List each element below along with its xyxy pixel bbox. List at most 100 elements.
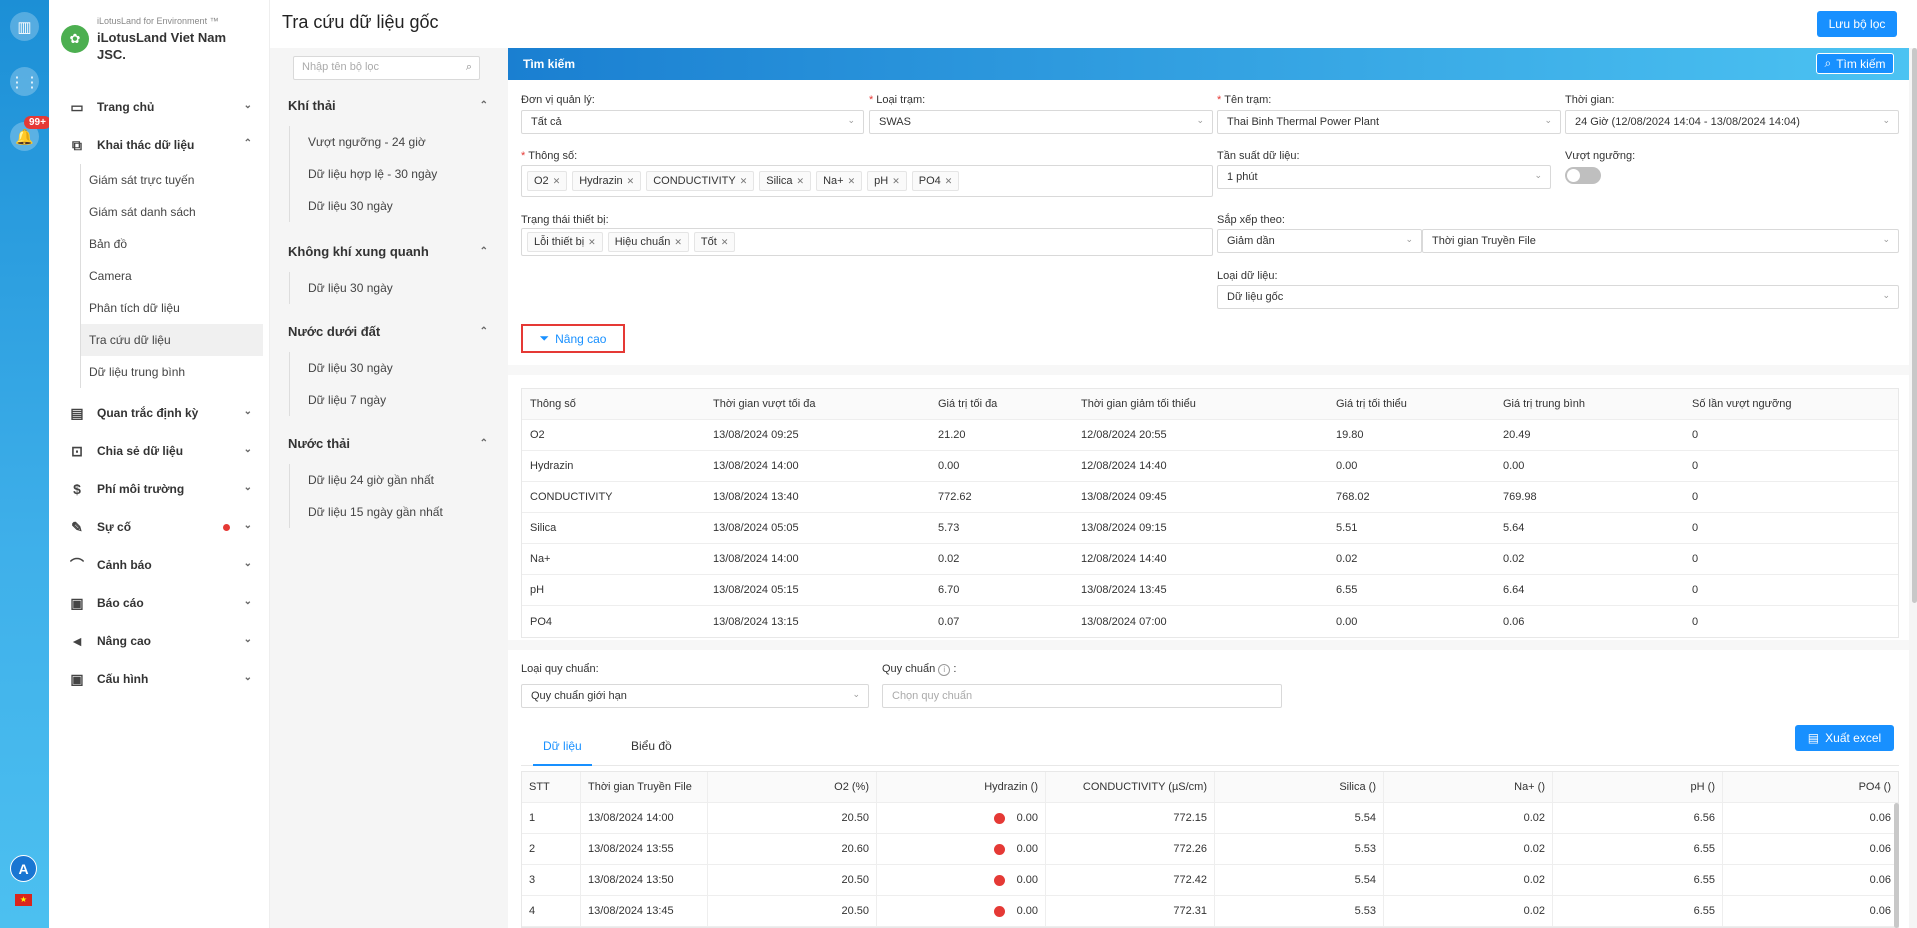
chevron-down-icon: ⌄ (1534, 170, 1542, 180)
close-icon[interactable]: ✕ (797, 176, 805, 187)
submenu-du-lieu-trung-binh[interactable]: Dữ liệu trung bình (81, 356, 270, 388)
filter-group-nuoc-thai: Nước thải ⌃ Dữ liệu 24 giờ gần nhất Dữ li… (288, 436, 488, 528)
standard-type-select[interactable]: Quy chuẩn giới hạn ⌄ (521, 684, 869, 708)
home-icon: ▭ (70, 99, 84, 115)
search-button[interactable]: ⌕ Tìm kiếm (1816, 53, 1894, 74)
page-scrollbar[interactable] (1912, 48, 1917, 603)
station-name-label: * Tên trạm: (1217, 94, 1272, 106)
close-icon[interactable]: ✕ (588, 237, 596, 248)
exceed-label: Vượt ngưỡng: (1565, 150, 1636, 162)
station-type-select[interactable]: SWAS ⌄ (869, 110, 1213, 134)
app-rail: ▥ ⋮⋮ 🔔 99+ A ★ (0, 0, 51, 928)
config-icon: ▣ (70, 671, 84, 687)
app-logo-icon[interactable]: ▥ (10, 12, 39, 41)
chevron-up-icon: ⌃ (243, 138, 252, 149)
search-header: Tìm kiếm ⌕ Tìm kiếm (508, 48, 1909, 80)
standard-select[interactable]: Chọn quy chuẩn (882, 684, 1282, 708)
filter-item[interactable]: Dữ liệu 30 ngày (290, 190, 488, 222)
vietnam-flag-icon[interactable]: ★ (15, 894, 32, 906)
table-row: O2 13/08/2024 09:25 21.20 12/08/2024 20:55 1… (522, 420, 1898, 451)
menu-chia-se-du-lieu[interactable]: ⊡ Chia sẻ dữ liệu ⌄ (49, 432, 270, 470)
param-multiselect[interactable]: O2 ✕ Hydrazin ✕ CONDUCTIVITY ✕ Silica ✕ Na+ ✕… (521, 165, 1213, 197)
table-row: 2 13/08/2024 13:55 20.60 0.00 772.26 5.53 0.… (522, 834, 1898, 865)
unit-label: Đơn vị quản lý: (521, 94, 595, 106)
summary-header-row: Thông số Thời gian vượt tối đa Giá trị t… (522, 389, 1898, 420)
brand-subtitle: iLotusLand for Environment ™ (97, 16, 219, 26)
filter-item[interactable]: Dữ liệu hợp lệ - 30 ngày (290, 158, 488, 190)
file-icon: ▤ (1807, 731, 1820, 745)
status-dot (993, 843, 1005, 855)
table-row: PO4 13/08/2024 13:15 0.07 13/08/2024 07:00 0… (530, 615, 1699, 628)
filter-search-input[interactable]: Nhập tên bộ lọc ⌕ (293, 56, 480, 80)
filter-item[interactable]: Dữ liệu 15 ngày gần nhất (290, 496, 488, 528)
submenu-camera[interactable]: Camera (81, 260, 270, 292)
avatar[interactable]: A (10, 855, 37, 882)
submenu-tra-cuu-du-lieu[interactable]: Tra cứu dữ liệu (81, 324, 263, 356)
report-icon: ▣ (70, 595, 84, 611)
search-icon: ⌕ (1824, 56, 1832, 70)
close-icon[interactable]: ✕ (892, 176, 900, 187)
menu-khai-thac-du-lieu[interactable]: ⧉ Khai thác dữ liệu ⌃ (49, 126, 270, 164)
unit-select[interactable]: Tất cả ⌄ (521, 110, 864, 134)
time-select[interactable]: 24 Giờ (12/08/2024 14:04 - 13/08/2024 14… (1565, 110, 1899, 134)
chevron-down-icon: ⌄ (847, 115, 855, 125)
filter-item[interactable]: Dữ liệu 30 ngày (290, 272, 488, 304)
close-icon[interactable]: ✕ (674, 237, 682, 248)
datatype-label: Loại dữ liệu: (1217, 270, 1278, 282)
sidebar: ✿ iLotusLand for Environment ™ iLotusLan… (49, 0, 270, 928)
submenu-giam-sat-truc-tuyen[interactable]: Giám sát trực tuyến (81, 164, 270, 196)
exceed-toggle[interactable] (1565, 167, 1601, 184)
chevron-down-icon: ⌄ (243, 482, 252, 493)
menu-nang-cao[interactable]: ◄ Nâng cao ⌄ (49, 622, 270, 660)
save-filter-button[interactable]: Lưu bộ lọc (1817, 11, 1897, 37)
menu-bao-cao[interactable]: ▣ Báo cáo ⌄ (49, 584, 270, 622)
menu-phi-moi-truong[interactable]: $ Phí môi trường ⌄ (49, 470, 270, 508)
station-name-select[interactable]: Thai Binh Thermal Power Plant ⌄ (1217, 110, 1561, 134)
tab-chart[interactable]: Biểu đồ (631, 739, 672, 753)
filter-item[interactable]: Dữ liệu 30 ngày (290, 352, 488, 384)
filter-item[interactable]: Dữ liệu 24 giờ gần nhất (290, 464, 488, 496)
chevron-down-icon: ⌄ (243, 558, 252, 569)
close-icon[interactable]: ✕ (627, 176, 635, 187)
apps-grid-icon[interactable]: ⋮⋮ (10, 67, 40, 96)
device-status-multiselect[interactable]: Lỗi thiết bị ✕ Hiệu chuẩn ✕ Tốt ✕ (521, 228, 1213, 256)
close-icon[interactable]: ✕ (553, 176, 561, 187)
freq-select[interactable]: 1 phút ⌄ (1217, 165, 1551, 189)
datatype-select[interactable]: Dữ liệu gốc ⌄ (1217, 285, 1899, 309)
chevron-down-icon: ⌄ (243, 444, 252, 455)
chevron-up-icon: ⌃ (479, 246, 488, 257)
submenu-phan-tich-du-lieu[interactable]: Phân tích dữ liệu (81, 292, 270, 324)
param-tag: CONDUCTIVITY ✕ (646, 171, 755, 191)
table-scrollbar[interactable] (1894, 803, 1899, 928)
menu-su-co[interactable]: ✎ Sự cố ⌄ (49, 508, 270, 546)
incident-dot (223, 524, 230, 531)
advanced-button[interactable]: ⏷ Nâng cao (521, 324, 625, 353)
sort-order-select[interactable]: Giảm dần ⌄ (1217, 229, 1422, 253)
close-icon[interactable]: ✕ (848, 176, 856, 187)
status-dot (993, 812, 1005, 824)
filter-item[interactable]: Vượt ngưỡng - 24 giờ (290, 126, 488, 158)
close-icon[interactable]: ✕ (721, 237, 729, 248)
chevron-up-icon: ⌃ (479, 438, 488, 449)
sort-field-select[interactable]: Thời gian Truyền File ⌄ (1422, 229, 1899, 253)
tab-data[interactable]: Dữ liệu (533, 739, 592, 766)
submenu-ban-do[interactable]: Bản đồ (81, 228, 270, 260)
menu-canh-bao[interactable]: ⌒ Cảnh báo ⌄ (49, 546, 270, 584)
menu-quan-trac-dinh-ky[interactable]: ▤ Quan trắc định kỳ ⌄ (49, 394, 270, 432)
table-row: Hydrazin 13/08/2024 14:00 0.00 12/08/2024 1… (522, 451, 1898, 482)
filter-item[interactable]: Dữ liệu 7 ngày (290, 384, 488, 416)
page-title: Tra cứu dữ liệu gốc (282, 12, 439, 32)
standard-type-label: Loại quy chuẩn: (521, 663, 599, 675)
brand[interactable]: ✿ iLotusLand for Environment ™ iLotusLan… (61, 14, 261, 66)
status-dot (993, 905, 1005, 917)
submenu-giam-sat-danh-sach[interactable]: Giám sát danh sách (81, 196, 270, 228)
close-icon[interactable]: ✕ (740, 176, 748, 187)
top-bar: Tra cứu dữ liệu gốc Lưu bộ lọc (270, 0, 1917, 48)
device-tag: Tốt ✕ (693, 232, 736, 252)
chevron-down-icon: ⌄ (1544, 115, 1552, 125)
menu-cau-hinh[interactable]: ▣ Cấu hình ⌄ (49, 660, 270, 698)
export-excel-button[interactable]: ▤ Xuất excel (1795, 725, 1894, 751)
close-icon[interactable]: ✕ (945, 176, 953, 187)
data-header-row: STT Thời gian Truyền File O2 (%) Hydrazi… (522, 772, 1898, 803)
menu-trang-chu[interactable]: ▭ Trang chủ ⌄ (49, 88, 270, 126)
